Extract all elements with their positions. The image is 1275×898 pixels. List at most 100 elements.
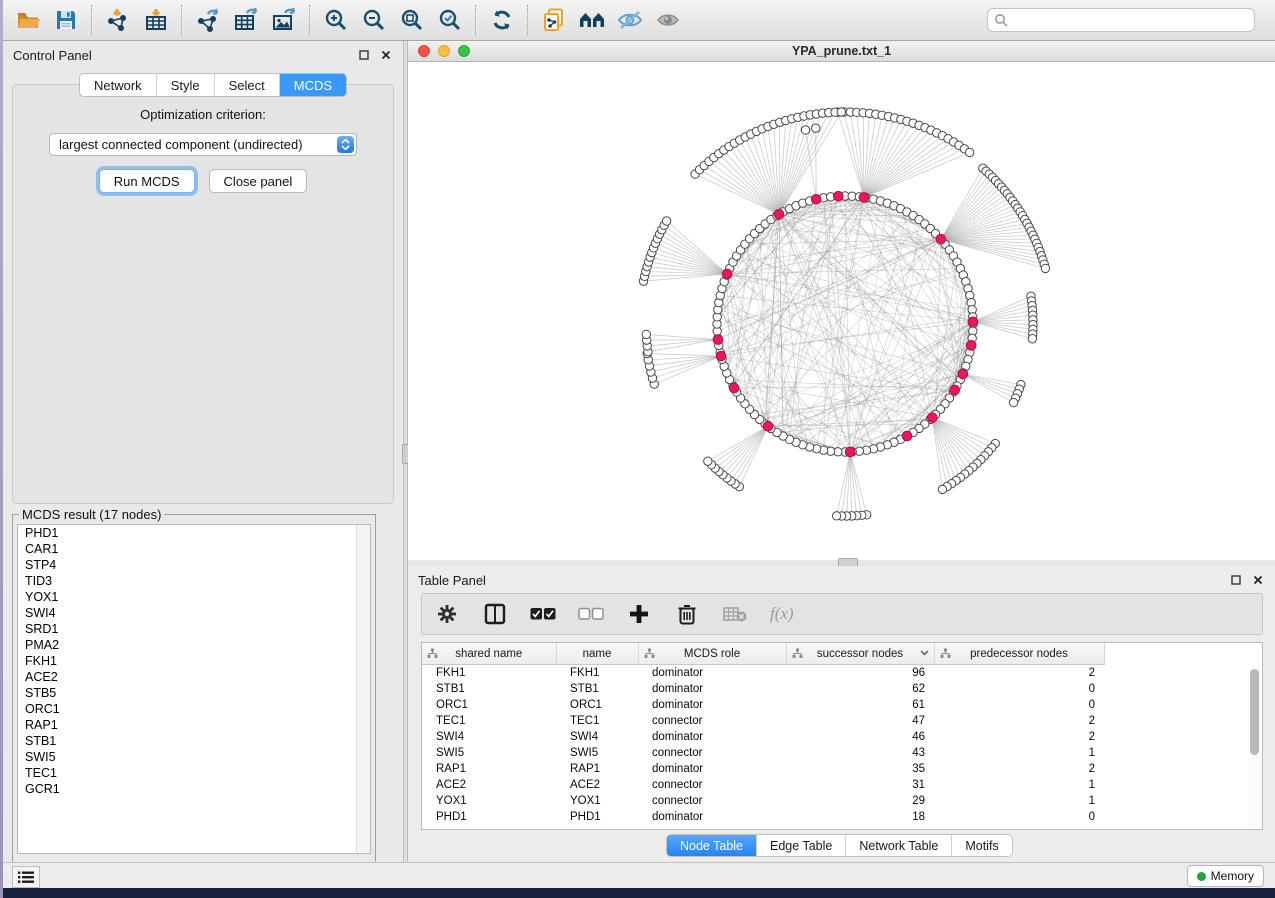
table-row[interactable]: RAP1RAP1dominator352 — [422, 761, 1104, 777]
table-row[interactable]: STB1STB1dominator620 — [422, 681, 1104, 697]
mcds-result-item[interactable]: SWI5 — [18, 749, 370, 765]
mcds-result-title: MCDS result (17 nodes) — [19, 507, 164, 522]
mcds-result-item[interactable]: TEC1 — [18, 765, 370, 781]
node-table-body: FKH1FKH1dominator962STB1STB1dominator620… — [422, 665, 1104, 826]
zoom-selected-button[interactable] — [431, 3, 469, 37]
mcds-result-item[interactable]: SRD1 — [18, 621, 370, 637]
mcds-result-item[interactable]: STP4 — [18, 557, 370, 573]
close-panel-button[interactable]: Close panel — [209, 169, 308, 193]
control-panel-title: Control Panel — [13, 48, 349, 63]
tab-style[interactable]: Style — [157, 74, 215, 96]
table-panel-titlebar: Table Panel — [408, 566, 1275, 592]
mcds-tab-panel: Optimization criterion: largest connecte… — [12, 84, 394, 504]
add-row-button[interactable] — [626, 601, 652, 627]
table-row[interactable]: PHD1PHD1dominator180 — [422, 809, 1104, 825]
mcds-result-item[interactable]: RAP1 — [18, 717, 370, 733]
mcds-result-item[interactable]: CAR1 — [18, 541, 370, 557]
task-history-button[interactable] — [12, 866, 40, 888]
table-row[interactable]: FKH1FKH1dominator962 — [422, 665, 1104, 682]
search-input[interactable] — [987, 8, 1255, 32]
import-network-icon — [105, 7, 131, 33]
select-all-button[interactable] — [530, 601, 556, 627]
mcds-result-item[interactable]: STB5 — [18, 685, 370, 701]
mcds-result-item[interactable]: YOX1 — [18, 589, 370, 605]
zoom-in-button[interactable] — [317, 3, 355, 37]
maximize-window-icon[interactable] — [458, 45, 470, 57]
save-floppy-icon — [54, 8, 78, 32]
close-panel-icon[interactable] — [379, 48, 393, 62]
first-neighbors-button[interactable] — [573, 3, 611, 37]
import-table-button[interactable] — [137, 3, 175, 37]
table-row[interactable]: TEC1TEC1connector472 — [422, 713, 1104, 729]
export-network-icon — [195, 7, 221, 33]
optimization-criterion-select[interactable]: largest connected component (undirected) — [49, 133, 357, 156]
mcds-result-list[interactable]: PHD1CAR1STP4TID3YOX1SWI4SRD1PMA2FKH1ACE2… — [17, 524, 371, 854]
tab-motifs[interactable]: Motifs — [952, 835, 1011, 856]
table-scrollbar[interactable] — [1249, 667, 1260, 826]
mcds-result-item[interactable]: PHD1 — [18, 525, 370, 541]
search-box — [987, 8, 1255, 32]
float-panel-icon[interactable] — [1229, 573, 1243, 587]
show-all-button[interactable] — [649, 3, 687, 37]
mcds-list-scrollbar[interactable] — [356, 525, 370, 853]
tab-network-table[interactable]: Network Table — [846, 835, 952, 856]
network-canvas[interactable] — [408, 62, 1275, 560]
float-panel-icon[interactable] — [357, 48, 371, 62]
tab-edge-table[interactable]: Edge Table — [757, 835, 846, 856]
network-view-title: YPA_prune.txt_1 — [792, 44, 891, 58]
mcds-result-item[interactable]: PMA2 — [18, 637, 370, 653]
delete-row-button[interactable] — [674, 601, 700, 627]
zoom-fit-icon — [399, 7, 425, 33]
tab-mcds[interactable]: MCDS — [280, 74, 346, 96]
close-window-icon[interactable] — [418, 45, 430, 57]
table-row[interactable]: ACE2ACE2connector311 — [422, 777, 1104, 793]
show-eye-icon — [654, 7, 682, 33]
mcds-result-item[interactable]: TID3 — [18, 573, 370, 589]
col-header-mcds-role[interactable]: MCDS role — [638, 643, 786, 665]
table-row[interactable]: SWI5SWI5connector431 — [422, 745, 1104, 761]
hide-selected-button[interactable] — [611, 3, 649, 37]
zoom-out-button[interactable] — [355, 3, 393, 37]
table-scrollbar-thumb[interactable] — [1250, 669, 1259, 755]
save-session-button[interactable] — [47, 3, 85, 37]
export-table-button[interactable] — [227, 3, 265, 37]
col-header-shared-name[interactable]: shared name — [422, 643, 556, 665]
export-image-icon — [271, 7, 297, 33]
minimize-window-icon[interactable] — [438, 45, 450, 57]
col-header-name[interactable]: name — [556, 643, 638, 665]
mcds-result-item[interactable]: STB1 — [18, 733, 370, 749]
mcds-result-item[interactable]: FKH1 — [18, 653, 370, 669]
mcds-result-item[interactable]: ORC1 — [18, 701, 370, 717]
col-header-predecessor-nodes[interactable]: predecessor nodes — [934, 643, 1104, 665]
table-row[interactable]: SWI4SWI4dominator462 — [422, 729, 1104, 745]
table-row[interactable]: ORC1ORC1dominator610 — [422, 697, 1104, 713]
tab-network[interactable]: Network — [80, 74, 157, 96]
import-network-button[interactable] — [99, 3, 137, 37]
mcds-result-item[interactable]: SWI4 — [18, 605, 370, 621]
new-network-from-selection-button[interactable] — [535, 3, 573, 37]
tab-select[interactable]: Select — [215, 74, 280, 96]
run-mcds-button[interactable]: Run MCDS — [99, 169, 195, 193]
checkboxes-unchecked-icon — [578, 607, 604, 621]
toolbar-separator — [475, 5, 477, 35]
col-header-successor-nodes[interactable]: successor nodes — [786, 643, 934, 665]
deselect-all-button[interactable] — [578, 601, 604, 627]
hierarchy-icon — [644, 648, 655, 659]
hierarchy-icon — [940, 648, 951, 659]
zoom-fit-button[interactable] — [393, 3, 431, 37]
open-file-button[interactable] — [9, 3, 47, 37]
mcds-result-item[interactable]: GCR1 — [18, 781, 370, 797]
export-image-button[interactable] — [265, 3, 303, 37]
table-toolbar: f(x) — [421, 593, 1263, 635]
export-network-button[interactable] — [189, 3, 227, 37]
tab-node-table[interactable]: Node Table — [667, 835, 757, 856]
table-row[interactable]: YOX1YOX1connector291 — [422, 793, 1104, 809]
close-panel-icon[interactable] — [1251, 573, 1265, 587]
columns-icon — [484, 603, 506, 625]
memory-button[interactable]: Memory — [1187, 865, 1264, 887]
hierarchy-icon — [427, 648, 438, 659]
refresh-layout-button[interactable] — [483, 3, 521, 37]
mcds-result-item[interactable]: ACE2 — [18, 669, 370, 685]
show-column-button[interactable] — [482, 601, 508, 627]
table-options-button[interactable] — [434, 601, 460, 627]
